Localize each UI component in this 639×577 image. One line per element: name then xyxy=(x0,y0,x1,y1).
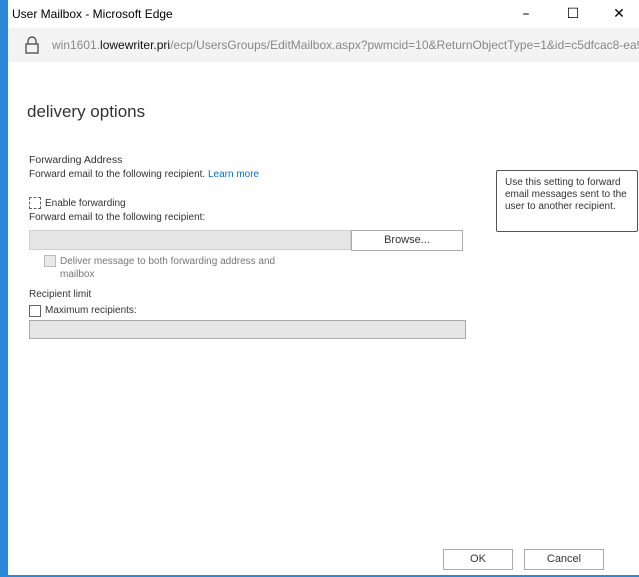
tooltip-line2: email messages sent to the xyxy=(505,189,627,200)
deliver-both-checkbox[interactable] xyxy=(44,255,56,267)
maximize-button[interactable]: ☐ xyxy=(553,0,593,28)
url-host: lowewriter.pri xyxy=(100,38,171,52)
tooltip-line1: Use this setting to forward xyxy=(505,177,621,188)
forward-recipient-label: Forward email to the following recipient… xyxy=(29,212,206,223)
page-title: delivery options xyxy=(27,102,146,121)
cancel-button[interactable]: Cancel xyxy=(524,549,604,570)
address-bar[interactable]: win1601.lowewriter.pri/ecp/UsersGroups/E… xyxy=(8,28,639,62)
recipient-limit-title: Recipient limit xyxy=(29,289,92,300)
deliver-both-label-line1: Deliver message to both forwarding addre… xyxy=(60,256,276,267)
close-button[interactable]: ✕ xyxy=(599,0,639,28)
window-title: User Mailbox - Microsoft Edge xyxy=(12,7,173,21)
tooltip-line3: user to another recipient. xyxy=(505,201,616,212)
browser-window: User Mailbox - Microsoft Edge – ☐ ✕ win1… xyxy=(0,0,639,577)
maximum-recipients-checkbox[interactable] xyxy=(29,305,41,317)
learn-more-link[interactable]: Learn more xyxy=(208,169,259,180)
url-path: /ecp/UsersGroups/EditMailbox.aspx?pwmcid… xyxy=(170,38,639,52)
forwarding-description: Forward email to the following recipient… xyxy=(29,169,259,180)
forward-recipient-input[interactable] xyxy=(29,230,351,250)
enable-forwarding-checkbox[interactable] xyxy=(29,197,41,209)
forwarding-section-title: Forwarding Address xyxy=(29,154,123,166)
url-prefix: win1601. xyxy=(52,38,101,52)
forwarding-tooltip: Use this setting to forward email messag… xyxy=(496,170,638,232)
minimize-button[interactable]: – xyxy=(506,0,546,28)
forwarding-description-text: Forward email to the following recipient… xyxy=(29,169,206,180)
title-bar: User Mailbox - Microsoft Edge – ☐ ✕ xyxy=(8,0,639,28)
maximum-recipients-label: Maximum recipients: xyxy=(45,305,137,316)
enable-forwarding-label: Enable forwarding xyxy=(45,198,126,209)
page-content: delivery options Forwarding Address Forw… xyxy=(8,62,639,575)
lock-icon[interactable] xyxy=(24,36,40,54)
ok-button[interactable]: OK xyxy=(443,549,513,570)
deliver-both-label: Deliver message to both forwarding addre… xyxy=(60,255,275,281)
browse-button[interactable]: Browse... xyxy=(351,230,463,251)
url-text[interactable]: win1601.lowewriter.pri/ecp/UsersGroups/E… xyxy=(52,38,639,52)
maximum-recipients-input[interactable] xyxy=(29,320,466,339)
deliver-both-label-line2: mailbox xyxy=(60,269,95,280)
